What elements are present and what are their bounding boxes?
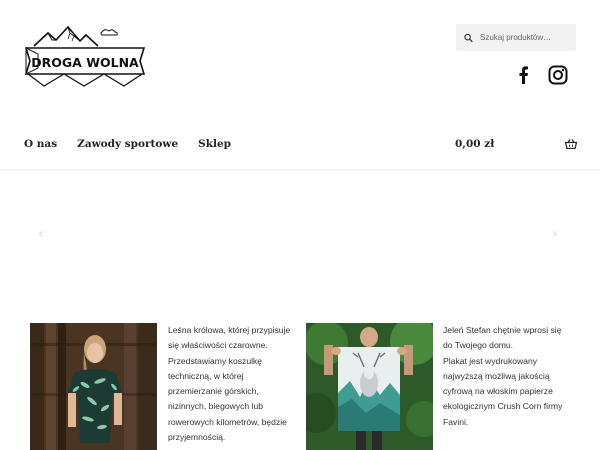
nav-item-sklep[interactable]: Sklep	[198, 138, 231, 150]
promo-text-line: Przedstawiamy koszulkę	[168, 355, 263, 366]
basket-icon	[565, 139, 577, 149]
site-logo[interactable]: DROGA WOLNA	[24, 24, 146, 88]
promo-description-shirt: Leśna królowa, której przypisuje się wła…	[168, 323, 290, 445]
nav-item-zawody-sportowe[interactable]: Zawody sportowe	[77, 138, 178, 150]
slider-prev-arrow[interactable]: ‹	[38, 226, 44, 242]
search-input[interactable]	[480, 33, 576, 42]
promo-text-line: techniczną, w której	[168, 370, 244, 381]
logo-text: DROGA WOLNA	[31, 55, 139, 70]
promo-text-line: Favini.	[443, 416, 469, 427]
promo-text-line: się właściwości czarowne.	[168, 340, 268, 351]
nav-item-o-nas[interactable]: O nas	[24, 138, 57, 150]
promo-text-line: najwyższą możliwą jakością	[443, 370, 550, 381]
promo-text-line: Leśna królowa, której przypisuje	[168, 325, 291, 335]
promo-image-shirt[interactable]	[30, 323, 157, 450]
promo-text-line: przyjemnością.	[168, 432, 226, 443]
promo-text-line: cyfrową na włoskim papierze	[443, 386, 553, 397]
promo-text-line: ekologicznym Crush Corn firmy	[443, 401, 563, 412]
promo-text-line: Jeleń Stefan chętnie wprosi się	[443, 325, 562, 335]
promo-description-poster: Jeleń Stefan chętnie wprosi się do Twoje…	[443, 323, 562, 430]
promo-text-line: przemierzanie górskich,	[168, 386, 259, 397]
promo-text-line: nizinnych, biegowych lub	[168, 401, 264, 412]
promo-text-line: rowerowych kilometrów, będzie	[168, 416, 287, 427]
slider-next-arrow[interactable]: ›	[552, 226, 558, 242]
instagram-link[interactable]	[548, 64, 570, 86]
header-divider	[0, 169, 600, 170]
cart-amount: 0,00 zł	[455, 138, 495, 150]
facebook-icon	[519, 66, 528, 84]
promo-text-line: Plakat jest wydrukowany	[443, 355, 538, 366]
promo-text-line: do Twojego domu.	[443, 340, 514, 351]
search-box[interactable]	[456, 24, 576, 51]
facebook-link[interactable]	[517, 64, 531, 86]
search-icon	[464, 33, 473, 42]
instagram-icon	[548, 65, 568, 85]
main-nav: O nas Zawody sportowe Sklep	[24, 138, 231, 150]
promo-image-poster[interactable]	[306, 323, 433, 450]
cart-link[interactable]: 0,00 zł	[455, 138, 577, 150]
